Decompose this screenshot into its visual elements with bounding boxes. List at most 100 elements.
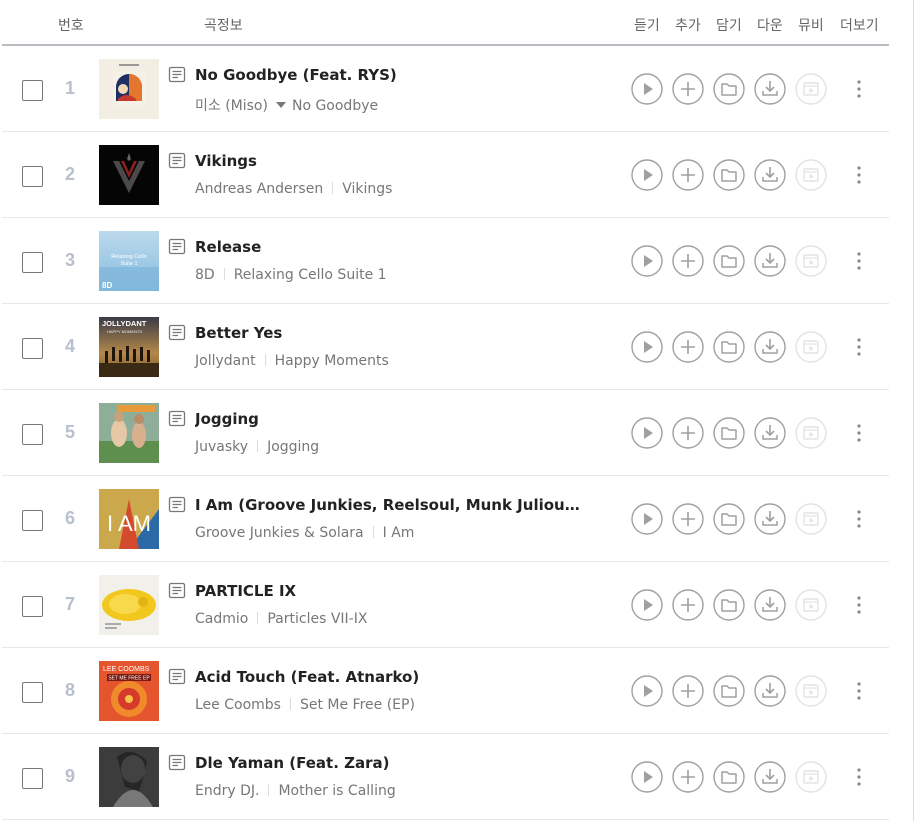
album-art[interactable] xyxy=(99,575,159,635)
artist-name[interactable]: Jollydant xyxy=(195,353,256,369)
album-name[interactable]: Relaxing Cello Suite 1 xyxy=(234,267,387,283)
row-checkbox[interactable] xyxy=(22,596,43,617)
play-icon[interactable] xyxy=(631,675,663,707)
artist-dropdown-icon[interactable] xyxy=(275,102,286,108)
album-name[interactable]: I Am xyxy=(383,525,415,541)
add-icon[interactable] xyxy=(672,159,704,191)
row-checkbox[interactable] xyxy=(22,424,43,445)
folder-icon[interactable] xyxy=(713,503,745,535)
lyrics-icon[interactable] xyxy=(168,238,186,256)
more-options-icon[interactable] xyxy=(852,506,866,532)
table-row[interactable]: 1 No Goodbye (Feat. RYS) 미소 (Miso) No Goo… xyxy=(2,46,889,132)
album-art[interactable]: I AM xyxy=(99,489,159,549)
folder-icon[interactable] xyxy=(713,417,745,449)
album-art[interactable]: LEE COOMBS SET ME FREE EP xyxy=(99,661,159,721)
table-row[interactable]: 8 LEE COOMBS SET ME FREE EP Acid Touch (F… xyxy=(2,648,889,734)
play-icon[interactable] xyxy=(631,73,663,105)
play-icon[interactable] xyxy=(631,589,663,621)
folder-icon[interactable] xyxy=(713,761,745,793)
more-options-icon[interactable] xyxy=(852,334,866,360)
add-icon[interactable] xyxy=(672,245,704,277)
album-name[interactable]: Particles VII-IX xyxy=(267,611,367,627)
artist-name[interactable]: 8D xyxy=(195,267,215,283)
album-name[interactable]: Happy Moments xyxy=(275,353,389,369)
artist-name[interactable]: Lee Coombs xyxy=(195,697,281,713)
more-options-icon[interactable] xyxy=(852,678,866,704)
lyrics-icon[interactable] xyxy=(168,754,186,772)
table-row[interactable]: 3 Relaxing Cello Suite 1 8D Release 8D Rela… xyxy=(2,218,889,304)
lyrics-icon[interactable] xyxy=(168,668,186,686)
song-title[interactable]: I Am (Groove Junkies, Reelsoul, Munk Jul… xyxy=(195,496,583,514)
lyrics-icon[interactable] xyxy=(168,410,186,428)
folder-icon[interactable] xyxy=(713,589,745,621)
song-title[interactable]: PARTICLE IX xyxy=(195,582,296,600)
more-options-icon[interactable] xyxy=(852,764,866,790)
row-checkbox[interactable] xyxy=(22,166,43,187)
album-name[interactable]: Set Me Free (EP) xyxy=(300,697,415,713)
song-title[interactable]: Release xyxy=(195,238,261,256)
artist-name[interactable]: Cadmio xyxy=(195,611,248,627)
folder-icon[interactable] xyxy=(713,245,745,277)
album-art[interactable] xyxy=(99,403,159,463)
album-art[interactable] xyxy=(99,747,159,807)
song-title[interactable]: Acid Touch (Feat. Atnarko) xyxy=(195,668,419,686)
row-checkbox[interactable] xyxy=(22,682,43,703)
row-checkbox[interactable] xyxy=(22,252,43,273)
table-row[interactable]: 7 PARTICLE IX Cadmio Particles VII-IX xyxy=(2,562,889,648)
play-icon[interactable] xyxy=(631,417,663,449)
lyrics-icon[interactable] xyxy=(168,66,186,84)
download-icon[interactable] xyxy=(754,159,786,191)
album-art[interactable]: Relaxing Cello Suite 1 8D xyxy=(99,231,159,291)
lyrics-icon[interactable] xyxy=(168,324,186,342)
add-icon[interactable] xyxy=(672,73,704,105)
add-icon[interactable] xyxy=(672,761,704,793)
album-name[interactable]: No Goodbye xyxy=(292,98,378,114)
download-icon[interactable] xyxy=(754,417,786,449)
album-name[interactable]: Vikings xyxy=(342,181,392,197)
folder-icon[interactable] xyxy=(713,159,745,191)
album-art[interactable]: JOLLYDANT HAPPY MOMENTS xyxy=(99,317,159,377)
more-options-icon[interactable] xyxy=(852,420,866,446)
album-name[interactable]: Mother is Calling xyxy=(278,783,395,799)
album-art[interactable] xyxy=(99,145,159,205)
download-icon[interactable] xyxy=(754,761,786,793)
download-icon[interactable] xyxy=(754,675,786,707)
lyrics-icon[interactable] xyxy=(168,582,186,600)
row-checkbox[interactable] xyxy=(22,80,43,101)
table-row[interactable]: 9 Dle Yaman (Feat. Zara) Endry DJ. Mother… xyxy=(2,734,889,820)
table-row[interactable]: 2 Vikings Andreas Andersen Vikings xyxy=(2,132,889,218)
download-icon[interactable] xyxy=(754,73,786,105)
row-checkbox[interactable] xyxy=(22,338,43,359)
lyrics-icon[interactable] xyxy=(168,152,186,170)
add-icon[interactable] xyxy=(672,417,704,449)
song-title[interactable]: No Goodbye (Feat. RYS) xyxy=(195,66,397,84)
folder-icon[interactable] xyxy=(713,331,745,363)
album-name[interactable]: Jogging xyxy=(267,439,319,455)
album-art[interactable] xyxy=(99,59,159,119)
play-icon[interactable] xyxy=(631,159,663,191)
add-icon[interactable] xyxy=(672,503,704,535)
add-icon[interactable] xyxy=(672,589,704,621)
download-icon[interactable] xyxy=(754,245,786,277)
more-options-icon[interactable] xyxy=(852,162,866,188)
folder-icon[interactable] xyxy=(713,675,745,707)
table-row[interactable]: 4 JOLLYDANT HAPPY MOMENTS Better Yes Joll… xyxy=(2,304,889,390)
artist-name[interactable]: Andreas Andersen xyxy=(195,181,323,197)
add-icon[interactable] xyxy=(672,331,704,363)
play-icon[interactable] xyxy=(631,331,663,363)
download-icon[interactable] xyxy=(754,331,786,363)
artist-name[interactable]: 미소 (Miso) xyxy=(195,98,268,114)
artist-name[interactable]: Groove Junkies & Solara xyxy=(195,525,364,541)
row-checkbox[interactable] xyxy=(22,768,43,789)
more-options-icon[interactable] xyxy=(852,592,866,618)
table-row[interactable]: 6 I AM I Am (Groove Junkies, Reelsoul, M… xyxy=(2,476,889,562)
artist-name[interactable]: Juvasky xyxy=(195,439,248,455)
play-icon[interactable] xyxy=(631,503,663,535)
song-title[interactable]: Dle Yaman (Feat. Zara) xyxy=(195,754,390,772)
play-icon[interactable] xyxy=(631,761,663,793)
song-title[interactable]: Jogging xyxy=(195,410,259,428)
row-checkbox[interactable] xyxy=(22,510,43,531)
song-title[interactable]: Better Yes xyxy=(195,324,282,342)
song-title[interactable]: Vikings xyxy=(195,152,257,170)
artist-name[interactable]: Endry DJ. xyxy=(195,783,259,799)
